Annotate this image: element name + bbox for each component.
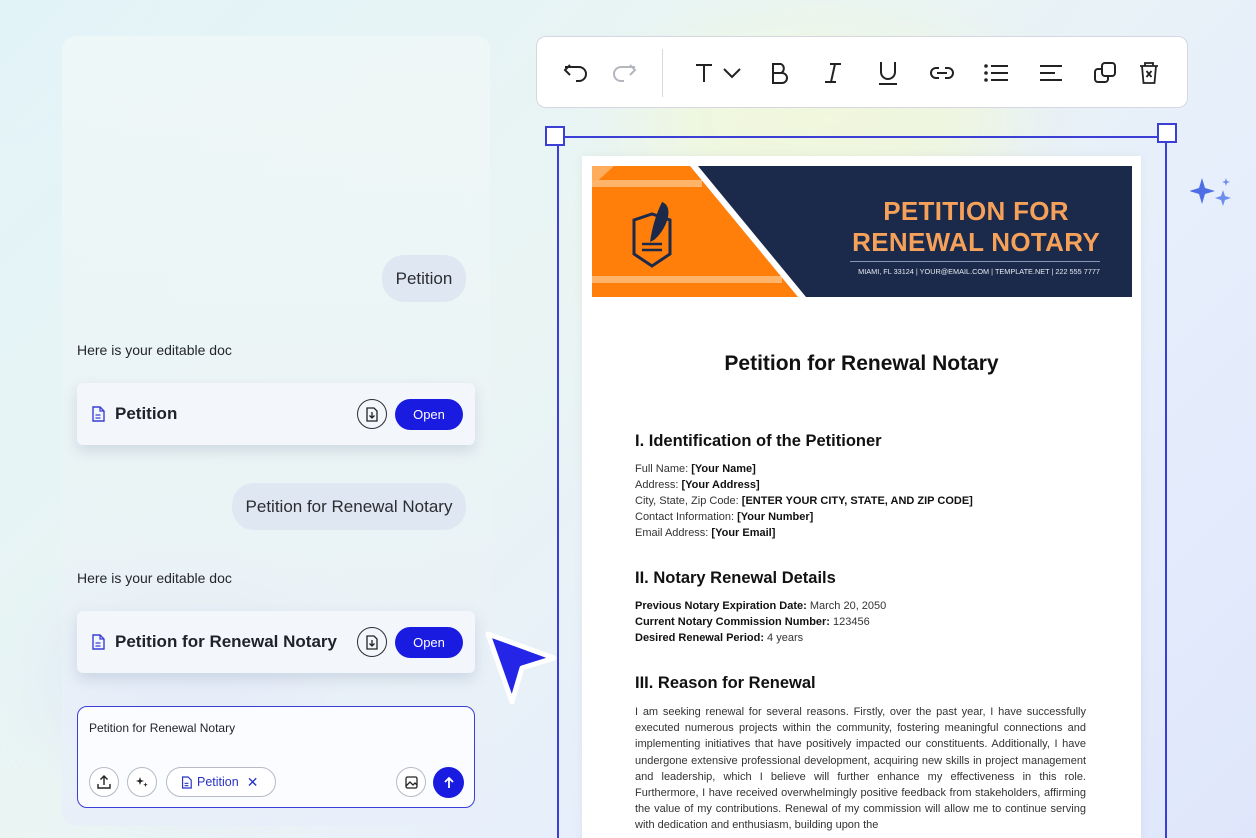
assistant-message: Here is your editable doc: [77, 570, 232, 586]
duplicate-icon: [1094, 62, 1116, 83]
undo-button[interactable]: [561, 37, 591, 109]
sparkle-icon: [136, 777, 148, 787]
user-message: Petition for Renewal Notary: [232, 483, 466, 530]
sparkle-icon: [1190, 178, 1231, 206]
text-style-icon: [696, 64, 712, 82]
underline-button[interactable]: [873, 37, 903, 109]
editor-toolbar: [536, 36, 1188, 108]
chip-label: Petition: [197, 775, 239, 789]
document-icon: [89, 405, 107, 423]
close-icon[interactable]: ✕: [247, 774, 259, 791]
resize-handle-top-right[interactable]: [1157, 123, 1177, 143]
document-card-title: Petition for Renewal Notary: [115, 632, 337, 651]
underline-icon: [879, 62, 897, 85]
delete-button[interactable]: [1134, 37, 1164, 109]
document-card[interactable]: Petition Open: [77, 383, 475, 445]
selection-frame: [557, 136, 1167, 838]
chat-composer[interactable]: Petition for Renewal Notary Petition ✕: [77, 706, 475, 808]
align-left-icon: [1040, 65, 1062, 81]
bullet-list-icon: [984, 64, 1008, 82]
download-button[interactable]: [357, 399, 387, 429]
cursor-icon: [485, 631, 557, 705]
download-button[interactable]: [357, 627, 387, 657]
document-card-title: Petition: [115, 404, 178, 423]
align-button[interactable]: [1036, 37, 1066, 109]
italic-icon: [825, 63, 841, 83]
upload-icon: [97, 775, 111, 789]
composer-input[interactable]: Petition for Renewal Notary: [89, 721, 235, 735]
document-icon: [89, 633, 107, 651]
open-button[interactable]: Open: [395, 398, 463, 430]
resize-handle-top-left[interactable]: [545, 126, 565, 146]
send-button[interactable]: [433, 767, 464, 798]
bold-button[interactable]: [765, 37, 795, 109]
assistant-message: Here is your editable doc: [77, 342, 232, 358]
link-button[interactable]: [927, 37, 957, 109]
ai-suggest-button[interactable]: [127, 767, 157, 797]
text-style-button[interactable]: [687, 37, 747, 109]
toolbar-divider: [662, 49, 663, 97]
redo-button[interactable]: [609, 37, 639, 109]
undo-icon: [563, 64, 587, 82]
open-button[interactable]: Open: [395, 626, 463, 658]
bold-icon: [772, 63, 788, 84]
template-button[interactable]: [396, 767, 426, 797]
document-icon: [181, 775, 192, 789]
italic-button[interactable]: [818, 37, 848, 109]
delete-icon: [1140, 62, 1158, 84]
duplicate-button[interactable]: [1090, 37, 1120, 109]
redo-icon: [613, 64, 637, 82]
chevron-down-icon: [723, 68, 741, 79]
upload-button[interactable]: [89, 767, 119, 797]
image-edit-icon: [404, 775, 418, 789]
bullet-list-button[interactable]: [981, 37, 1011, 109]
attached-doc-chip[interactable]: Petition ✕: [166, 767, 276, 797]
document-card[interactable]: Petition for Renewal Notary Open: [77, 611, 475, 673]
arrow-up-icon: [443, 776, 454, 788]
user-message: Petition: [382, 255, 466, 302]
link-icon: [930, 67, 954, 79]
